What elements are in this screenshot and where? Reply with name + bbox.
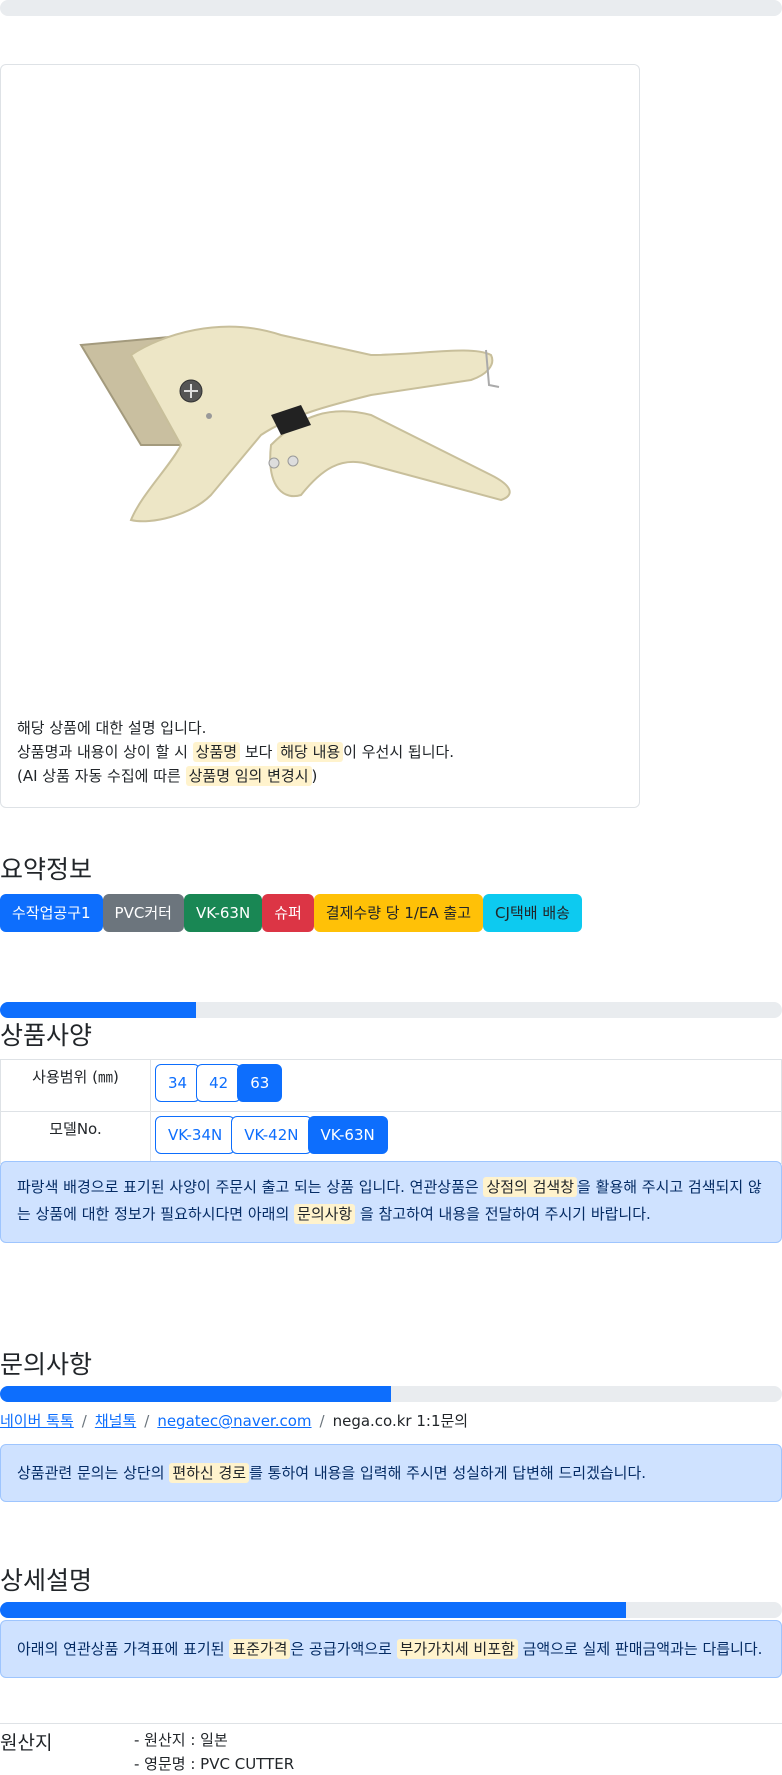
description-text: 해당 상품에 대한 설명 입니다. — [17, 719, 207, 737]
summary-badge: 수작업공구1 — [0, 894, 103, 932]
summary-badges: 수작업공구1 PVC커터 VK-63N 슈퍼 결제수량 당 1/EA 출고 CJ택배 배송 — [0, 894, 582, 932]
detail-notice: 아래의 연관상품 가격표에 표기된 표준가격 은 공급가액으로 부가가치세 비포함… — [0, 1620, 782, 1678]
highlight-inquiry: 문의사항 — [294, 1204, 356, 1224]
highlight-search-box: 상점의 검색창 — [483, 1177, 578, 1197]
inquiry-notice: 상품관련 문의는 상단의 편하신 경로 를 통하여 내용을 입력해 주시면 성실하… — [0, 1444, 782, 1502]
spec-option-button[interactable]: 42 — [196, 1064, 242, 1102]
spec-label-model: 모델No. — [0, 1111, 151, 1164]
detail-title: 상세설명 — [0, 1566, 93, 1595]
description-text: 보다 — [240, 743, 278, 761]
spec-options-range: 34 42 63 — [150, 1059, 782, 1112]
naver-talktalk-link[interactable]: 네이버 톡톡 — [0, 1412, 74, 1430]
inquiry-title: 문의사항 — [0, 1350, 93, 1379]
detail-progress-fill — [0, 1602, 626, 1618]
notice-text: 상품관련 문의는 상단의 — [17, 1464, 170, 1482]
spec-row-model: 모델No. VK-34N VK-42N VK-63N — [0, 1111, 782, 1164]
summary-badge: VK-63N — [183, 894, 263, 932]
origin-item-country: - 원산지 : 일본 — [134, 1731, 228, 1749]
inquiry-progress-fill — [0, 1386, 391, 1402]
separator: / — [319, 1412, 325, 1430]
origin-list: - 원산지 : 일본 - 영문명 : PVC CUTTER — [134, 1728, 294, 1775]
spec-option-button[interactable]: VK-34N — [155, 1116, 236, 1154]
description-text: 이 우선시 됩니다. — [343, 743, 455, 761]
spec-options-model: VK-34N VK-42N VK-63N — [150, 1111, 782, 1164]
summary-badge: 결제수량 당 1/EA 출고 — [313, 894, 484, 932]
product-image — [79, 325, 511, 523]
notice-text: 은 공급가액으로 — [290, 1640, 397, 1658]
inquiry-links: 네이버 톡톡 / 채널톡 / negatec@naver.com / nega.co.kr … — [0, 1410, 468, 1431]
notice-text: 는 상품에 대한 정보가 필요하시다면 아래의 — [17, 1205, 295, 1223]
description-line-1: 해당 상품에 대한 설명 입니다. — [17, 716, 454, 740]
spec-label-range: 사용범위 (㎜) — [0, 1059, 151, 1112]
origin-label: 원산지 — [0, 1732, 53, 1754]
origin-section: 원산지 - 원산지 : 일본 - 영문명 : PVC CUTTER — [0, 1723, 782, 1773]
spec-row-range: 사용범위 (㎜) 34 42 63 — [0, 1059, 782, 1112]
separator: / — [81, 1412, 87, 1430]
spec-option-button[interactable]: 34 — [155, 1064, 201, 1102]
notice-text: 파랑색 배경으로 표기된 사양이 주문시 출고 되는 상품 입니다. 연관상품은 — [17, 1178, 484, 1196]
origin-item-english-name: - 영문명 : PVC CUTTER — [134, 1755, 295, 1773]
top-progress-bar — [0, 0, 782, 16]
spec-progress-bar — [0, 1002, 782, 1018]
highlight-vat-excluded: 부가가치세 비포함 — [396, 1639, 518, 1659]
notice-text: 를 통하여 내용을 입력해 주시면 성실하게 답변해 드리겠습니다. — [249, 1464, 647, 1482]
highlight-product-name: 상품명 — [192, 742, 241, 762]
inquiry-progress-bar — [0, 1386, 782, 1402]
product-description: 해당 상품에 대한 설명 입니다. 상품명과 내용이 상이 할 시 상품명 보다… — [17, 716, 454, 788]
spec-title: 상품사양 — [0, 1021, 93, 1050]
description-line-3: (AI 상품 자동 수집에 따른 상품명 임의 변경시) — [17, 764, 454, 788]
detail-progress-bar — [0, 1602, 782, 1618]
notice-text: 을 활용해 주시고 검색되지 않 — [577, 1178, 762, 1196]
email-link[interactable]: negatec@naver.com — [157, 1412, 311, 1430]
channeltalk-link[interactable]: 채널톡 — [95, 1412, 136, 1430]
spec-option-button[interactable]: VK-42N — [231, 1116, 312, 1154]
spec-option-button[interactable]: VK-63N — [307, 1116, 388, 1154]
summary-badge: CJ택배 배송 — [483, 894, 582, 932]
summary-badge: PVC커터 — [102, 894, 184, 932]
highlight-standard-price: 표준가격 — [229, 1639, 291, 1659]
highlight-content: 해당 내용 — [277, 742, 344, 762]
description-line-2: 상품명과 내용이 상이 할 시 상품명 보다 해당 내용 이 우선시 됩니다. — [17, 740, 454, 764]
description-text: ) — [311, 767, 318, 785]
notice-text: 을 참고하여 내용을 전달하여 주시기 바랍니다. — [355, 1205, 651, 1223]
one-to-one-inquiry: nega.co.kr 1:1문의 — [332, 1412, 469, 1430]
spec-option-button[interactable]: 63 — [237, 1064, 283, 1102]
spec-table: 사용범위 (㎜) 34 42 63 모델No. VK-34N VK-42N VK-63N — [0, 1059, 782, 1164]
product-card: 해당 상품에 대한 설명 입니다. 상품명과 내용이 상이 할 시 상품명 보다… — [0, 64, 640, 808]
description-text: (AI 상품 자동 수집에 따른 — [17, 767, 186, 785]
separator: / — [144, 1412, 150, 1430]
highlight-rename: 상품명 임의 변경시 — [185, 766, 312, 786]
notice-text: 금액으로 실제 판매금액과는 다릅니다. — [517, 1640, 763, 1658]
summary-badge: 슈퍼 — [262, 894, 314, 932]
description-text: 상품명과 내용이 상이 할 시 — [17, 743, 193, 761]
highlight-route: 편하신 경로 — [169, 1463, 250, 1483]
notice-text: 아래의 연관상품 가격표에 표기된 — [17, 1640, 230, 1658]
spec-notice: 파랑색 배경으로 표기된 사양이 주문시 출고 되는 상품 입니다. 연관상품은… — [0, 1161, 782, 1243]
summary-title: 요약정보 — [0, 855, 93, 884]
